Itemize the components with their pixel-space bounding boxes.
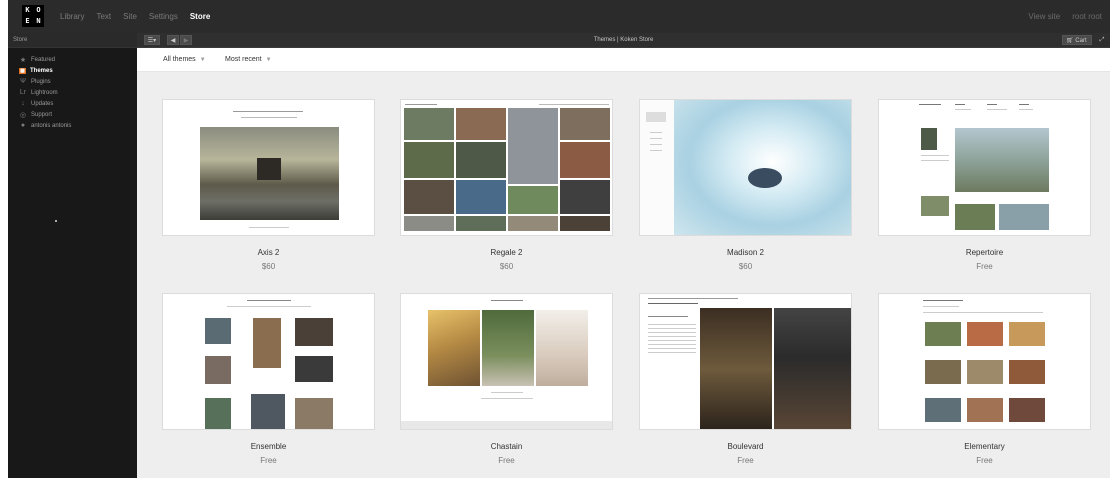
theme-price: Free (260, 456, 277, 465)
filter-bar: All themes ▼ Most recent ▼ (137, 48, 1110, 72)
cart-button[interactable]: 🛒︎ Cart (1062, 35, 1092, 45)
logo-letter: N (36, 17, 41, 25)
fullscreen-button[interactable]: ⤢ (1097, 35, 1107, 45)
themes-icon: ▦ (19, 67, 26, 74)
category-filter[interactable]: All themes ▼ (163, 48, 206, 71)
theme-preview[interactable] (162, 99, 375, 236)
theme-card-repertoire[interactable]: Repertoire Free (878, 99, 1091, 271)
theme-price: Free (498, 456, 515, 465)
theme-card-chastain[interactable]: Chastain Free (400, 293, 613, 465)
forward-button[interactable]: ▶ (180, 35, 192, 45)
toolbar: Themes | Koken Store ☰▾ ◀ ▶ 🛒︎ Cart ⤢ (137, 33, 1110, 48)
theme-price: Free (976, 262, 993, 271)
theme-name: Axis 2 (257, 248, 280, 257)
sidebar-header: Store (8, 33, 137, 48)
page-title: Themes | Koken Store (593, 37, 654, 43)
nav-store[interactable]: Store (190, 12, 210, 21)
theme-preview[interactable] (878, 99, 1091, 236)
theme-preview[interactable] (400, 99, 613, 236)
theme-name: Ensemble (250, 442, 287, 451)
sidebar-item-label: Featured (31, 56, 56, 63)
theme-preview[interactable] (639, 99, 852, 236)
theme-preview[interactable] (878, 293, 1091, 430)
theme-price: Free (737, 456, 754, 465)
lightroom-icon: Lr (19, 89, 27, 96)
nav-text[interactable]: Text (96, 12, 111, 21)
theme-price: $60 (261, 262, 276, 271)
cart-label: Cart (1075, 38, 1087, 44)
theme-card-axis-2[interactable]: Axis 2 $60 (162, 99, 375, 271)
logo-letter: K (25, 6, 30, 14)
nav-site[interactable]: Site (123, 12, 137, 21)
theme-preview[interactable] (162, 293, 375, 430)
top-bar: K O E N Library Text Site Settings Store… (8, 0, 1110, 33)
theme-price: $60 (738, 262, 753, 271)
theme-price: Free (976, 456, 993, 465)
sidebar-marker (55, 220, 57, 222)
theme-name: Chastain (490, 442, 523, 451)
plug-icon: Ψ (20, 78, 26, 85)
sidebar-item-label: Support (31, 111, 53, 118)
sidebar-item-label: Lightroom (31, 89, 58, 96)
theme-card-boulevard[interactable]: Boulevard Free (639, 293, 852, 465)
logo-letter: O (36, 6, 41, 14)
user-icon: ● (20, 122, 26, 129)
view-site-link[interactable]: View site (1028, 12, 1060, 21)
theme-preview[interactable] (639, 293, 852, 430)
category-filter-label: All themes (163, 56, 196, 63)
theme-preview[interactable] (400, 293, 613, 430)
chevron-down-icon: ▼ (199, 57, 206, 63)
koken-logo[interactable]: K O E N (22, 5, 44, 27)
sidebar-item-lightroom[interactable]: Lr Lightroom (8, 87, 137, 98)
user-menu-link[interactable]: root root (1072, 12, 1102, 21)
sidebar-item-label: Plugins (31, 78, 51, 85)
theme-name: Boulevard (727, 442, 764, 451)
back-button[interactable]: ◀ (167, 35, 179, 45)
arrow-right-icon: ▶ (183, 38, 189, 44)
theme-price: $60 (499, 262, 514, 271)
chevron-down-icon: ▼ (265, 57, 272, 63)
theme-card-regale-2[interactable]: Regale 2 $60 (400, 99, 613, 271)
download-icon: ↓ (21, 100, 25, 107)
support-icon: ◎ (19, 111, 27, 119)
sidebar-list: ★ Featured ▦ Themes Ψ Plugins Lr Lightro… (8, 54, 137, 131)
theme-name: Elementary (964, 442, 1005, 451)
cart-icon: 🛒︎ (1066, 38, 1074, 44)
sidebar-item-support[interactable]: ◎ Support (8, 109, 137, 120)
theme-card-madison-2[interactable]: Madison 2 $60 (639, 99, 852, 271)
sidebar-item-featured[interactable]: ★ Featured (8, 54, 137, 65)
sort-filter-label: Most recent (225, 56, 262, 63)
themes-grid: Axis 2 $60 Regale 2 $60 Madison 2 $60 Re… (137, 72, 1110, 478)
star-icon: ★ (19, 56, 27, 64)
theme-name: Madison 2 (727, 248, 764, 257)
sidebar: Store ★ Featured ▦ Themes Ψ Plugins Lr L… (8, 33, 137, 478)
arrow-left-icon: ◀ (170, 38, 176, 44)
expand-icon: ⤢ (1099, 37, 1105, 43)
sidebar-item-plugins[interactable]: Ψ Plugins (8, 76, 137, 87)
main-nav: Library Text Site Settings Store (60, 0, 222, 33)
list-icon: ☰▾ (147, 38, 157, 44)
sidebar-item-label: Themes (30, 67, 53, 74)
sidebar-item-label: antonis antonis (31, 122, 72, 129)
top-right-links: View site root root (1016, 0, 1102, 33)
view-toggle-button[interactable]: ☰▾ (144, 35, 160, 45)
theme-card-elementary[interactable]: Elementary Free (878, 293, 1091, 465)
sidebar-item-updates[interactable]: ↓ Updates (8, 98, 137, 109)
logo-letter: E (25, 17, 30, 25)
sidebar-item-account[interactable]: ● antonis antonis (8, 120, 137, 131)
sidebar-item-themes[interactable]: ▦ Themes (8, 65, 137, 76)
sidebar-item-label: Updates (31, 100, 54, 107)
theme-name: Repertoire (965, 248, 1004, 257)
theme-card-ensemble[interactable]: Ensemble Free (162, 293, 375, 465)
sort-filter[interactable]: Most recent ▼ (225, 48, 272, 71)
nav-settings[interactable]: Settings (149, 12, 178, 21)
nav-library[interactable]: Library (60, 12, 84, 21)
theme-name: Regale 2 (490, 248, 523, 257)
